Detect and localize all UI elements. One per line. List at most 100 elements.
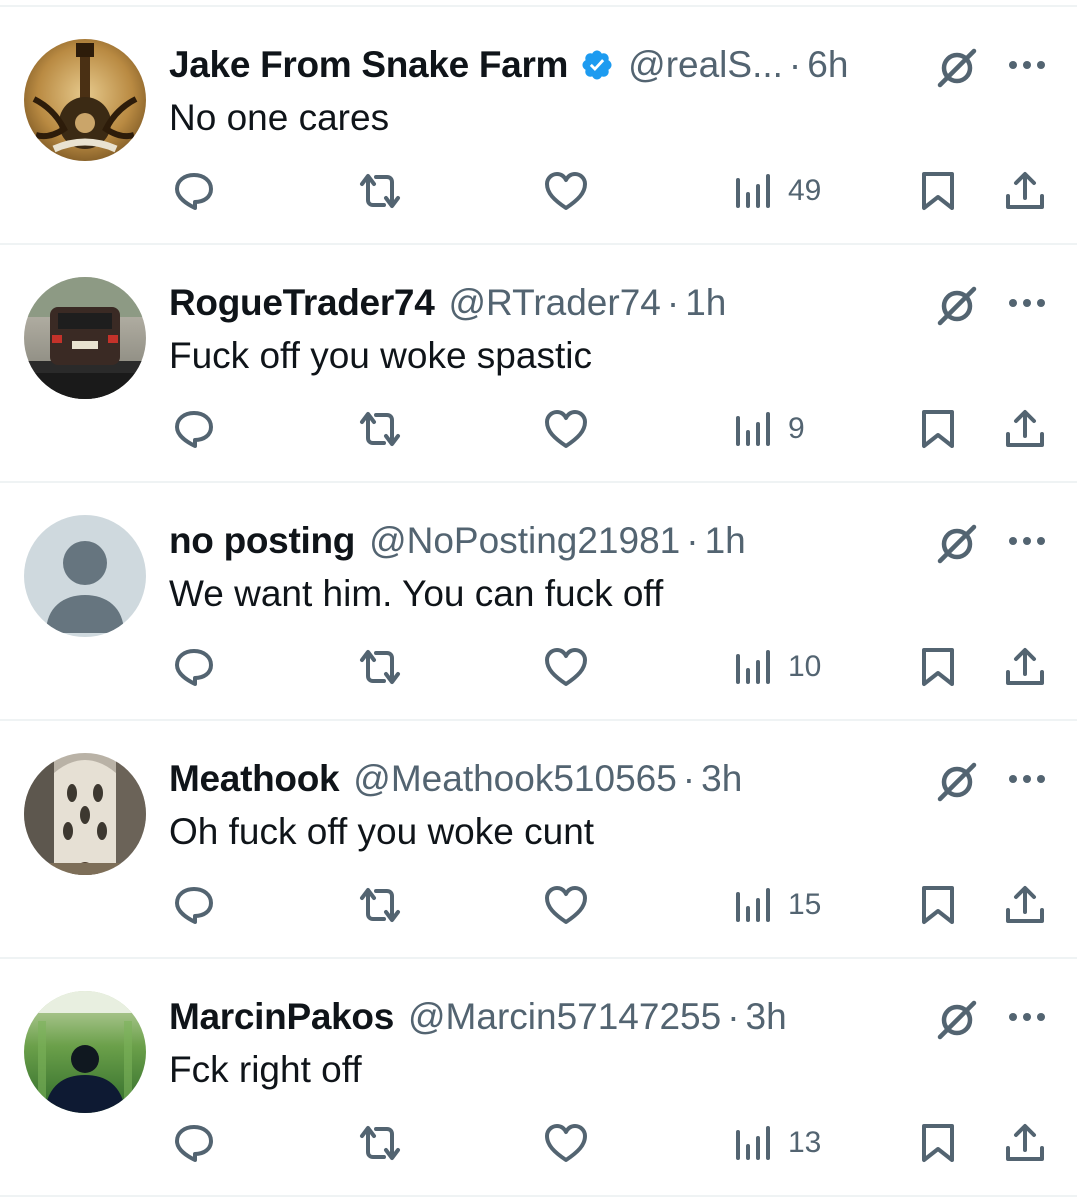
- user-handle[interactable]: @Meathook510565: [353, 751, 677, 807]
- views-button[interactable]: 10: [734, 639, 821, 695]
- reply-button[interactable]: [173, 401, 215, 457]
- views-button[interactable]: 9: [734, 401, 805, 457]
- timestamp[interactable]: 6h: [807, 37, 848, 93]
- tweet-text: Oh fuck off you woke cunt: [169, 811, 595, 852]
- reply-feed: Jake From Snake Farm @realS... · 6h No o…: [0, 0, 1077, 1200]
- views-icon: [736, 650, 770, 684]
- separator-dot: ·: [788, 44, 802, 85]
- avatar[interactable]: [24, 515, 146, 637]
- verified-icon: [580, 48, 614, 82]
- reply-icon: [175, 411, 213, 448]
- retweet-button[interactable]: [356, 877, 404, 933]
- grok-icon[interactable]: [934, 759, 980, 805]
- reply-icon: [175, 649, 213, 686]
- like-icon: [545, 886, 587, 924]
- bookmark-icon: [922, 410, 954, 448]
- views-icon: [736, 888, 770, 922]
- tweet-header: MarcinPakos @Marcin57147255 · 3h: [169, 989, 787, 1045]
- reply-button[interactable]: [173, 877, 215, 933]
- timestamp[interactable]: 1h: [705, 513, 746, 569]
- views-count: 49: [788, 174, 822, 207]
- reply-icon: [175, 1125, 213, 1162]
- tweet[interactable]: Jake From Snake Farm @realS... · 6h No o…: [0, 7, 1077, 245]
- grok-icon[interactable]: [934, 45, 980, 91]
- retweet-button[interactable]: [356, 401, 404, 457]
- separator-dot: ·: [727, 996, 740, 1037]
- share-button[interactable]: [1004, 163, 1046, 219]
- tweet[interactable]: no posting @NoPosting21981 · 1h We want …: [0, 483, 1077, 721]
- retweet-button[interactable]: [356, 1115, 404, 1171]
- tweet-header: no posting @NoPosting21981 · 1h: [169, 513, 746, 569]
- tweet-header: Jake From Snake Farm @realS... · 6h: [169, 37, 848, 93]
- avatar[interactable]: [24, 991, 146, 1113]
- more-icon[interactable]: [1007, 53, 1047, 77]
- more-icon[interactable]: [1007, 767, 1047, 791]
- views-icon: [736, 1126, 770, 1160]
- user-handle[interactable]: @Marcin57147255: [408, 989, 721, 1045]
- tweet-text: Fck right off: [169, 1049, 362, 1090]
- reply-button[interactable]: [173, 639, 215, 695]
- avatar[interactable]: [24, 753, 146, 875]
- more-icon[interactable]: [1007, 1005, 1047, 1029]
- grok-icon[interactable]: [934, 997, 980, 1043]
- timestamp[interactable]: 3h: [701, 751, 742, 807]
- tweet-actions: 9: [0, 401, 1077, 457]
- user-handle[interactable]: @RTrader74: [448, 275, 660, 331]
- tweet[interactable]: RogueTrader74 @RTrader74 · 1h Fuck off y…: [0, 245, 1077, 483]
- bookmark-button[interactable]: [919, 163, 957, 219]
- like-button[interactable]: [544, 639, 588, 695]
- share-icon: [1006, 648, 1044, 685]
- reply-button[interactable]: [173, 163, 215, 219]
- retweet-button[interactable]: [356, 639, 404, 695]
- like-icon: [545, 172, 587, 210]
- user-handle[interactable]: @realS...: [628, 37, 783, 93]
- more-icon[interactable]: [1007, 529, 1047, 553]
- share-button[interactable]: [1004, 877, 1046, 933]
- like-button[interactable]: [544, 163, 588, 219]
- share-button[interactable]: [1004, 1115, 1046, 1171]
- reply-button[interactable]: [173, 1115, 215, 1171]
- display-name[interactable]: Jake From Snake Farm: [169, 37, 568, 93]
- display-name[interactable]: Meathook: [169, 751, 340, 807]
- views-button[interactable]: 13: [734, 1115, 821, 1171]
- more-icon[interactable]: [1007, 291, 1047, 315]
- default-avatar-icon: [24, 515, 146, 637]
- bookmark-icon: [922, 648, 954, 686]
- separator-dot: ·: [666, 282, 680, 323]
- display-name[interactable]: no posting: [169, 513, 355, 569]
- views-button[interactable]: 49: [734, 163, 821, 219]
- bookmark-button[interactable]: [919, 401, 957, 457]
- views-icon: [736, 174, 770, 208]
- avatar[interactable]: [24, 39, 146, 161]
- tweet[interactable]: Meathook @Meathook510565 · 3h Oh fuck of…: [0, 721, 1077, 959]
- bookmark-button[interactable]: [919, 1115, 957, 1171]
- share-icon: [1006, 410, 1044, 447]
- bookmark-button[interactable]: [919, 877, 957, 933]
- like-button[interactable]: [544, 877, 588, 933]
- bookmark-icon: [922, 172, 954, 210]
- retweet-icon: [360, 650, 400, 684]
- share-button[interactable]: [1004, 639, 1046, 695]
- reply-icon: [175, 173, 213, 210]
- timestamp[interactable]: 1h: [685, 275, 726, 331]
- timestamp[interactable]: 3h: [746, 989, 787, 1045]
- retweet-button[interactable]: [356, 163, 404, 219]
- display-name[interactable]: MarcinPakos: [169, 989, 394, 1045]
- avatar-building-image: [24, 753, 146, 875]
- grok-icon[interactable]: [934, 283, 980, 329]
- avatar-guitar-snake-image: [24, 39, 146, 161]
- tweet-actions: 49: [0, 163, 1077, 219]
- user-handle[interactable]: @NoPosting21981: [369, 513, 680, 569]
- bookmark-button[interactable]: [919, 639, 957, 695]
- tweet[interactable]: MarcinPakos @Marcin57147255 · 3h Fck rig…: [0, 959, 1077, 1197]
- like-icon: [545, 1124, 587, 1162]
- like-button[interactable]: [544, 401, 588, 457]
- share-button[interactable]: [1004, 401, 1046, 457]
- grok-icon[interactable]: [934, 521, 980, 567]
- tweet-actions: 10: [0, 639, 1077, 695]
- views-button[interactable]: 15: [734, 877, 821, 933]
- like-button[interactable]: [544, 1115, 588, 1171]
- share-icon: [1006, 886, 1044, 923]
- avatar[interactable]: [24, 277, 146, 399]
- display-name[interactable]: RogueTrader74: [169, 275, 435, 331]
